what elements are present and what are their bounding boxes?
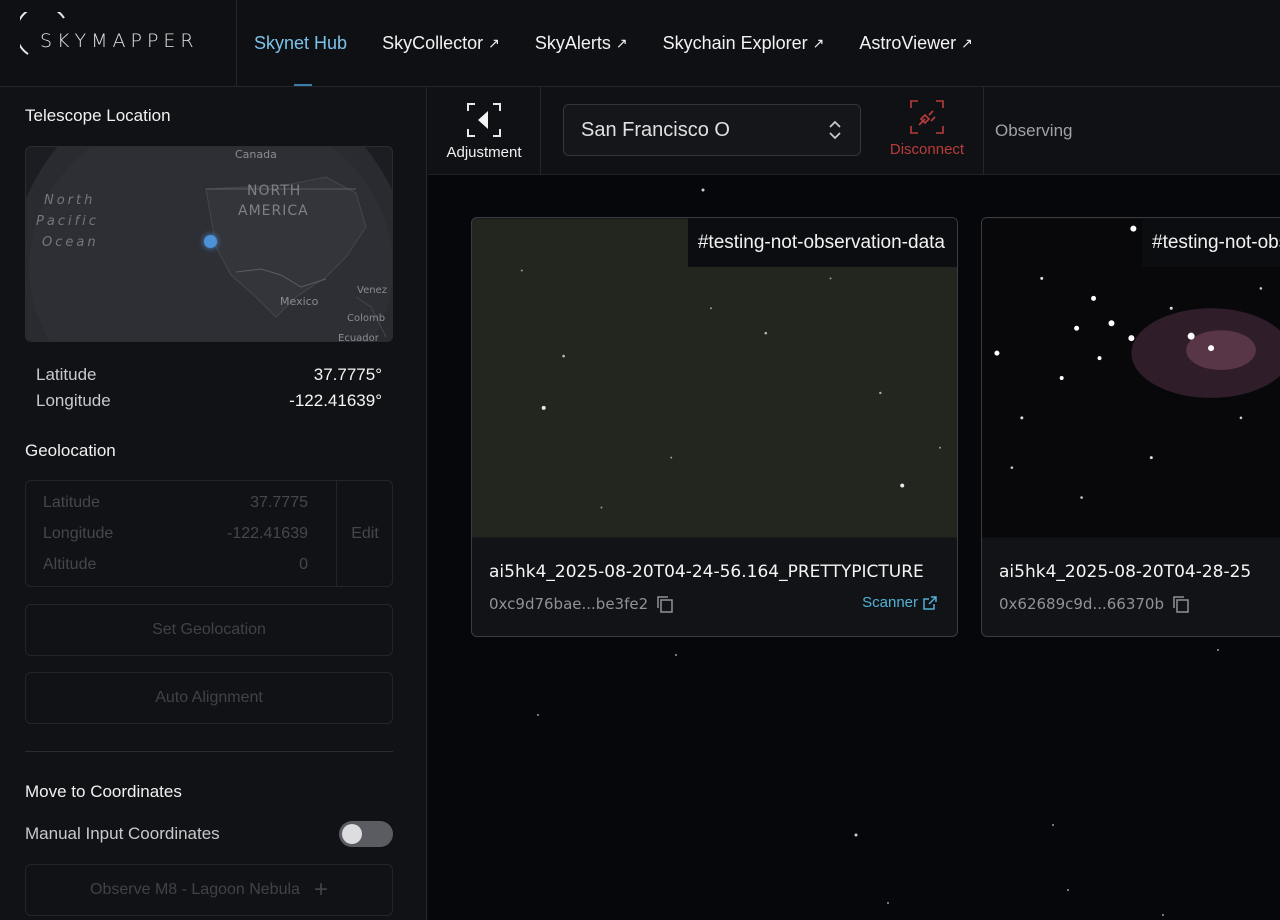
geolocation-fields: Latitude 37.7775 Longitude -122.41639 Al… bbox=[25, 480, 393, 587]
map-label-venezuela: Venez bbox=[357, 285, 387, 296]
logo[interactable]: SKYMAPPER bbox=[0, 0, 237, 87]
move-to-coordinates-title: Move to Coordinates bbox=[25, 782, 182, 801]
observation-card[interactable]: #testing-not-observation-data ai5hk4_202… bbox=[471, 217, 958, 637]
telescope-location-title: Telescope Location bbox=[25, 106, 171, 125]
brand-name: SKYMAPPER bbox=[40, 30, 199, 52]
geo-latitude-label: Latitude bbox=[43, 494, 100, 511]
toolbar-divider bbox=[983, 87, 984, 175]
adjustment-icon bbox=[467, 102, 501, 137]
scanner-link[interactable]: Scanner bbox=[862, 594, 938, 611]
map-label-north-pacific: North bbox=[44, 193, 96, 208]
map-label-pacific: Pacific bbox=[36, 214, 99, 229]
nav-skyalerts[interactable]: SkyAlerts ↗ bbox=[535, 0, 628, 86]
card-hash: 0x62689c9d...66370b bbox=[999, 594, 1191, 614]
scanner-label: Scanner bbox=[862, 594, 918, 611]
nav-label: Skychain Explorer bbox=[662, 32, 808, 53]
location-map[interactable]: Canada NORTH AMERICA North Pacific Ocean… bbox=[25, 146, 393, 342]
location-select[interactable]: San Francisco O bbox=[563, 104, 861, 156]
nav-label: SkyAlerts bbox=[534, 32, 611, 53]
longitude-value: -122.41639° bbox=[289, 391, 382, 410]
external-link-icon: ↗ bbox=[615, 34, 628, 51]
geo-altitude-value: 0 bbox=[299, 556, 308, 573]
disconnect-label: Disconnect bbox=[889, 141, 965, 158]
external-link-icon: ↗ bbox=[961, 34, 973, 51]
card-hash-value: 0xc9d76bae...be3fe2 bbox=[489, 595, 649, 613]
set-geolocation-button[interactable]: Set Geolocation bbox=[25, 604, 393, 656]
map-label-canada: Canada bbox=[235, 148, 277, 161]
latitude-readout: Latitude 37.7775° bbox=[36, 365, 382, 385]
geo-longitude-value: -122.41639 bbox=[227, 525, 308, 542]
geolocation-title: Geolocation bbox=[25, 441, 116, 460]
external-link-icon bbox=[923, 595, 937, 610]
chevron-up-down-icon bbox=[829, 120, 841, 140]
map-label-colombia: Colomb bbox=[347, 313, 386, 324]
observation-card[interactable]: #testing-not-observation-data ai5hk4_202… bbox=[981, 217, 1280, 637]
map-label-ocean: Ocean bbox=[42, 235, 99, 250]
map-label-north: NORTH bbox=[247, 183, 302, 199]
manual-input-row: Manual Input Coordinates bbox=[25, 821, 393, 847]
main-panel: Adjustment San Francisco O Disconnect Ob… bbox=[428, 87, 1280, 920]
longitude-label: Longitude bbox=[36, 391, 111, 410]
map-label-ecuador: Ecuador bbox=[338, 333, 379, 342]
disconnect-button[interactable]: Disconnect bbox=[880, 99, 974, 165]
active-indicator bbox=[294, 84, 312, 86]
edit-geolocation-button[interactable]: Edit bbox=[336, 481, 393, 586]
card-tag: #testing-not-observation-data bbox=[687, 218, 957, 267]
geo-latitude-field[interactable]: Latitude 37.7775 bbox=[43, 494, 308, 512]
latitude-value: 37.7775° bbox=[313, 365, 382, 384]
adjustment-label: Adjustment bbox=[446, 143, 522, 161]
location-select-value: San Francisco O bbox=[581, 118, 730, 141]
longitude-readout: Longitude -122.41639° bbox=[36, 391, 382, 411]
main-nav: Skynet Hub SkyCollector ↗ SkyAlerts ↗ Sk… bbox=[254, 0, 1008, 86]
nav-astroviewer[interactable]: AstroViewer ↗ bbox=[859, 0, 972, 86]
copy-icon[interactable] bbox=[1171, 594, 1191, 614]
map-label-america-text: AMERICA bbox=[238, 203, 309, 219]
geo-altitude-field[interactable]: Altitude 0 bbox=[43, 556, 308, 574]
observe-target-button[interactable]: Observe M8 - Lagoon Nebula + bbox=[25, 864, 393, 916]
toggle-knob bbox=[342, 824, 362, 844]
top-navigation-bar: SKYMAPPER Skynet Hub SkyCollector ↗ SkyA… bbox=[0, 0, 1280, 87]
latitude-label: Latitude bbox=[36, 365, 97, 384]
plus-icon: + bbox=[313, 876, 328, 903]
telescope-toolbar: Adjustment San Francisco O Disconnect Ob… bbox=[428, 87, 1280, 175]
card-hash-value: 0x62689c9d...66370b bbox=[999, 595, 1164, 613]
copy-icon[interactable] bbox=[655, 594, 675, 614]
manual-input-label: Manual Input Coordinates bbox=[25, 824, 220, 843]
nav-skynet-hub[interactable]: Skynet Hub bbox=[254, 0, 347, 86]
disconnect-plug-icon bbox=[910, 100, 944, 134]
geo-altitude-label: Altitude bbox=[43, 556, 97, 573]
adjustment-button[interactable]: Adjustment bbox=[428, 87, 541, 175]
auto-alignment-button[interactable]: Auto Alignment bbox=[25, 672, 393, 724]
nav-skycollector[interactable]: SkyCollector ↗ bbox=[382, 0, 500, 86]
geo-latitude-value: 37.7775 bbox=[250, 494, 308, 511]
observe-target-label: Observe M8 - Lagoon Nebula bbox=[90, 881, 300, 898]
card-hash: 0xc9d76bae...be3fe2 bbox=[489, 594, 675, 614]
geo-longitude-field[interactable]: Longitude -122.41639 bbox=[43, 525, 308, 543]
control-sidebar: Telescope Location Canada NORTH AMERICA … bbox=[0, 87, 427, 920]
section-divider bbox=[25, 751, 393, 752]
nav-skychain-explorer[interactable]: Skychain Explorer ↗ bbox=[663, 0, 825, 86]
external-link-icon: ↗ bbox=[488, 34, 500, 51]
nav-label: AstroViewer bbox=[859, 32, 957, 53]
telescope-location-pin bbox=[204, 235, 217, 248]
card-tag: #testing-not-observation-data bbox=[1142, 218, 1280, 267]
external-link-icon: ↗ bbox=[812, 34, 825, 51]
nav-label: Skynet Hub bbox=[254, 32, 348, 53]
nav-label: SkyCollector bbox=[382, 32, 484, 53]
map-label-mexico: Mexico bbox=[280, 295, 319, 308]
geo-longitude-label: Longitude bbox=[43, 525, 114, 542]
manual-input-toggle[interactable] bbox=[339, 821, 393, 847]
observation-status: Observing bbox=[995, 121, 1073, 140]
card-filename: ai5hk4_2025-08-20T04-28-25 bbox=[999, 562, 1252, 582]
card-filename: ai5hk4_2025-08-20T04-24-56.164_PRETTYPIC… bbox=[489, 562, 924, 582]
